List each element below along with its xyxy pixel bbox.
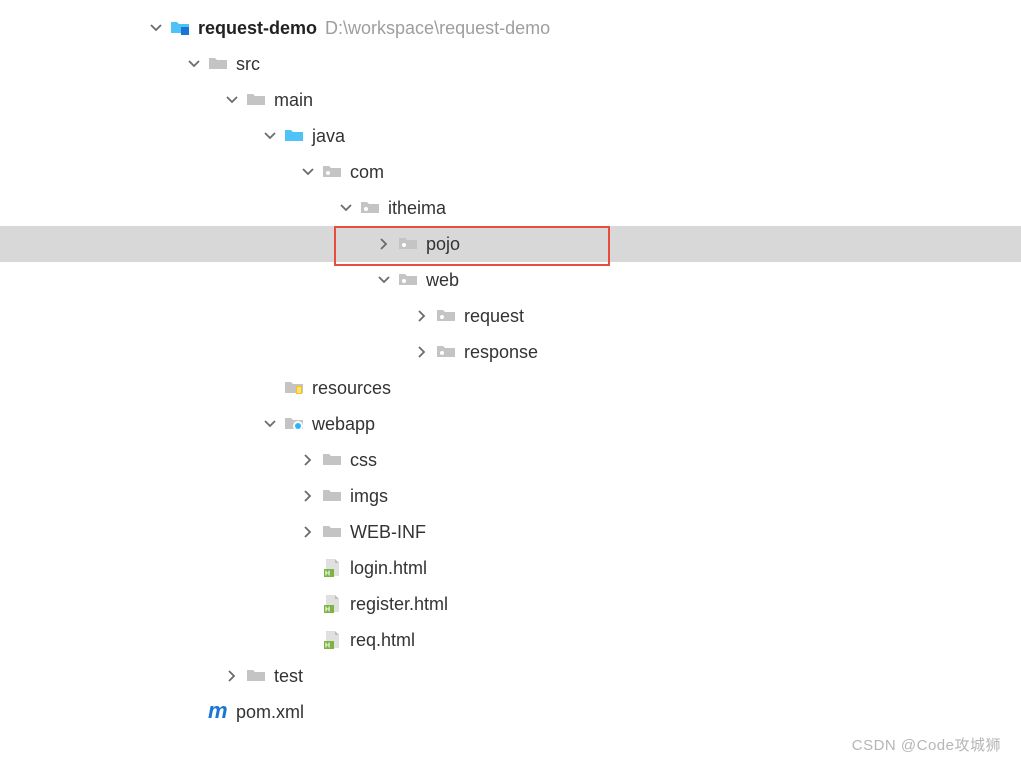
tree-label: test	[274, 666, 303, 687]
tree-label: pojo	[426, 234, 460, 255]
tree-item-main[interactable]: main	[0, 82, 1021, 118]
tree-item-css[interactable]: css	[0, 442, 1021, 478]
tree-item-java[interactable]: java	[0, 118, 1021, 154]
tree-item-register[interactable]: register.html	[0, 586, 1021, 622]
tree-label: main	[274, 90, 313, 111]
maven-file-icon	[208, 702, 228, 722]
folder-icon	[322, 522, 342, 542]
chevron-right-icon[interactable]	[414, 344, 430, 360]
package-icon	[436, 342, 456, 362]
chevron-right-icon[interactable]	[300, 452, 316, 468]
webapp-folder-icon	[284, 414, 304, 434]
source-folder-icon	[284, 126, 304, 146]
chevron-down-icon[interactable]	[338, 200, 354, 216]
tree-path: D:\workspace\request-demo	[325, 18, 550, 39]
tree-item-itheima[interactable]: itheima	[0, 190, 1021, 226]
folder-icon	[322, 450, 342, 470]
tree-label: web	[426, 270, 459, 291]
watermark: CSDN @Code攻城狮	[852, 734, 1001, 755]
chevron-down-icon[interactable]	[376, 272, 392, 288]
tree-item-imgs[interactable]: imgs	[0, 478, 1021, 514]
chevron-down-icon[interactable]	[262, 416, 278, 432]
chevron-down-icon[interactable]	[262, 128, 278, 144]
tree-label: WEB-INF	[350, 522, 426, 543]
tree-item-login[interactable]: login.html	[0, 550, 1021, 586]
tree-label: src	[236, 54, 260, 75]
folder-icon	[246, 90, 266, 110]
tree-item-pojo[interactable]: pojo	[0, 226, 1021, 262]
tree-item-response[interactable]: response	[0, 334, 1021, 370]
resources-folder-icon	[284, 378, 304, 398]
tree-label: imgs	[350, 486, 388, 507]
html-file-icon	[322, 630, 342, 650]
tree-item-pom[interactable]: pom.xml	[0, 694, 1021, 730]
chevron-right-icon[interactable]	[414, 308, 430, 324]
tree-item-request[interactable]: request	[0, 298, 1021, 334]
tree-label: login.html	[350, 558, 427, 579]
tree-label: resources	[312, 378, 391, 399]
chevron-right-icon[interactable]	[300, 488, 316, 504]
tree-item-req[interactable]: req.html	[0, 622, 1021, 658]
tree-label: css	[350, 450, 377, 471]
tree-label: itheima	[388, 198, 446, 219]
folder-icon	[246, 666, 266, 686]
chevron-down-icon[interactable]	[300, 164, 316, 180]
package-icon	[436, 306, 456, 326]
package-icon	[398, 270, 418, 290]
chevron-down-icon[interactable]	[186, 56, 202, 72]
tree-label: request-demo	[198, 18, 317, 39]
tree-item-resources[interactable]: resources	[0, 370, 1021, 406]
html-file-icon	[322, 594, 342, 614]
tree-label: register.html	[350, 594, 448, 615]
package-icon	[360, 198, 380, 218]
module-icon	[170, 18, 190, 38]
tree-item-webapp[interactable]: webapp	[0, 406, 1021, 442]
chevron-right-icon[interactable]	[376, 236, 392, 252]
folder-icon	[322, 486, 342, 506]
tree-label: webapp	[312, 414, 375, 435]
tree-item-web[interactable]: web	[0, 262, 1021, 298]
tree-item-src[interactable]: src	[0, 46, 1021, 82]
package-icon	[322, 162, 342, 182]
tree-label: com	[350, 162, 384, 183]
tree-label: pom.xml	[236, 702, 304, 723]
package-icon	[398, 234, 418, 254]
chevron-right-icon[interactable]	[300, 524, 316, 540]
tree-label: req.html	[350, 630, 415, 651]
tree-label: java	[312, 126, 345, 147]
tree-item-com[interactable]: com	[0, 154, 1021, 190]
tree-item-webinf[interactable]: WEB-INF	[0, 514, 1021, 550]
chevron-down-icon[interactable]	[224, 92, 240, 108]
tree-item-root[interactable]: request-demo D:\workspace\request-demo	[0, 10, 1021, 46]
tree-label: response	[464, 342, 538, 363]
chevron-right-icon[interactable]	[224, 668, 240, 684]
project-tree[interactable]: request-demo D:\workspace\request-demo s…	[0, 0, 1021, 730]
tree-item-test[interactable]: test	[0, 658, 1021, 694]
chevron-down-icon[interactable]	[148, 20, 164, 36]
folder-icon	[208, 54, 228, 74]
html-file-icon	[322, 558, 342, 578]
tree-label: request	[464, 306, 524, 327]
